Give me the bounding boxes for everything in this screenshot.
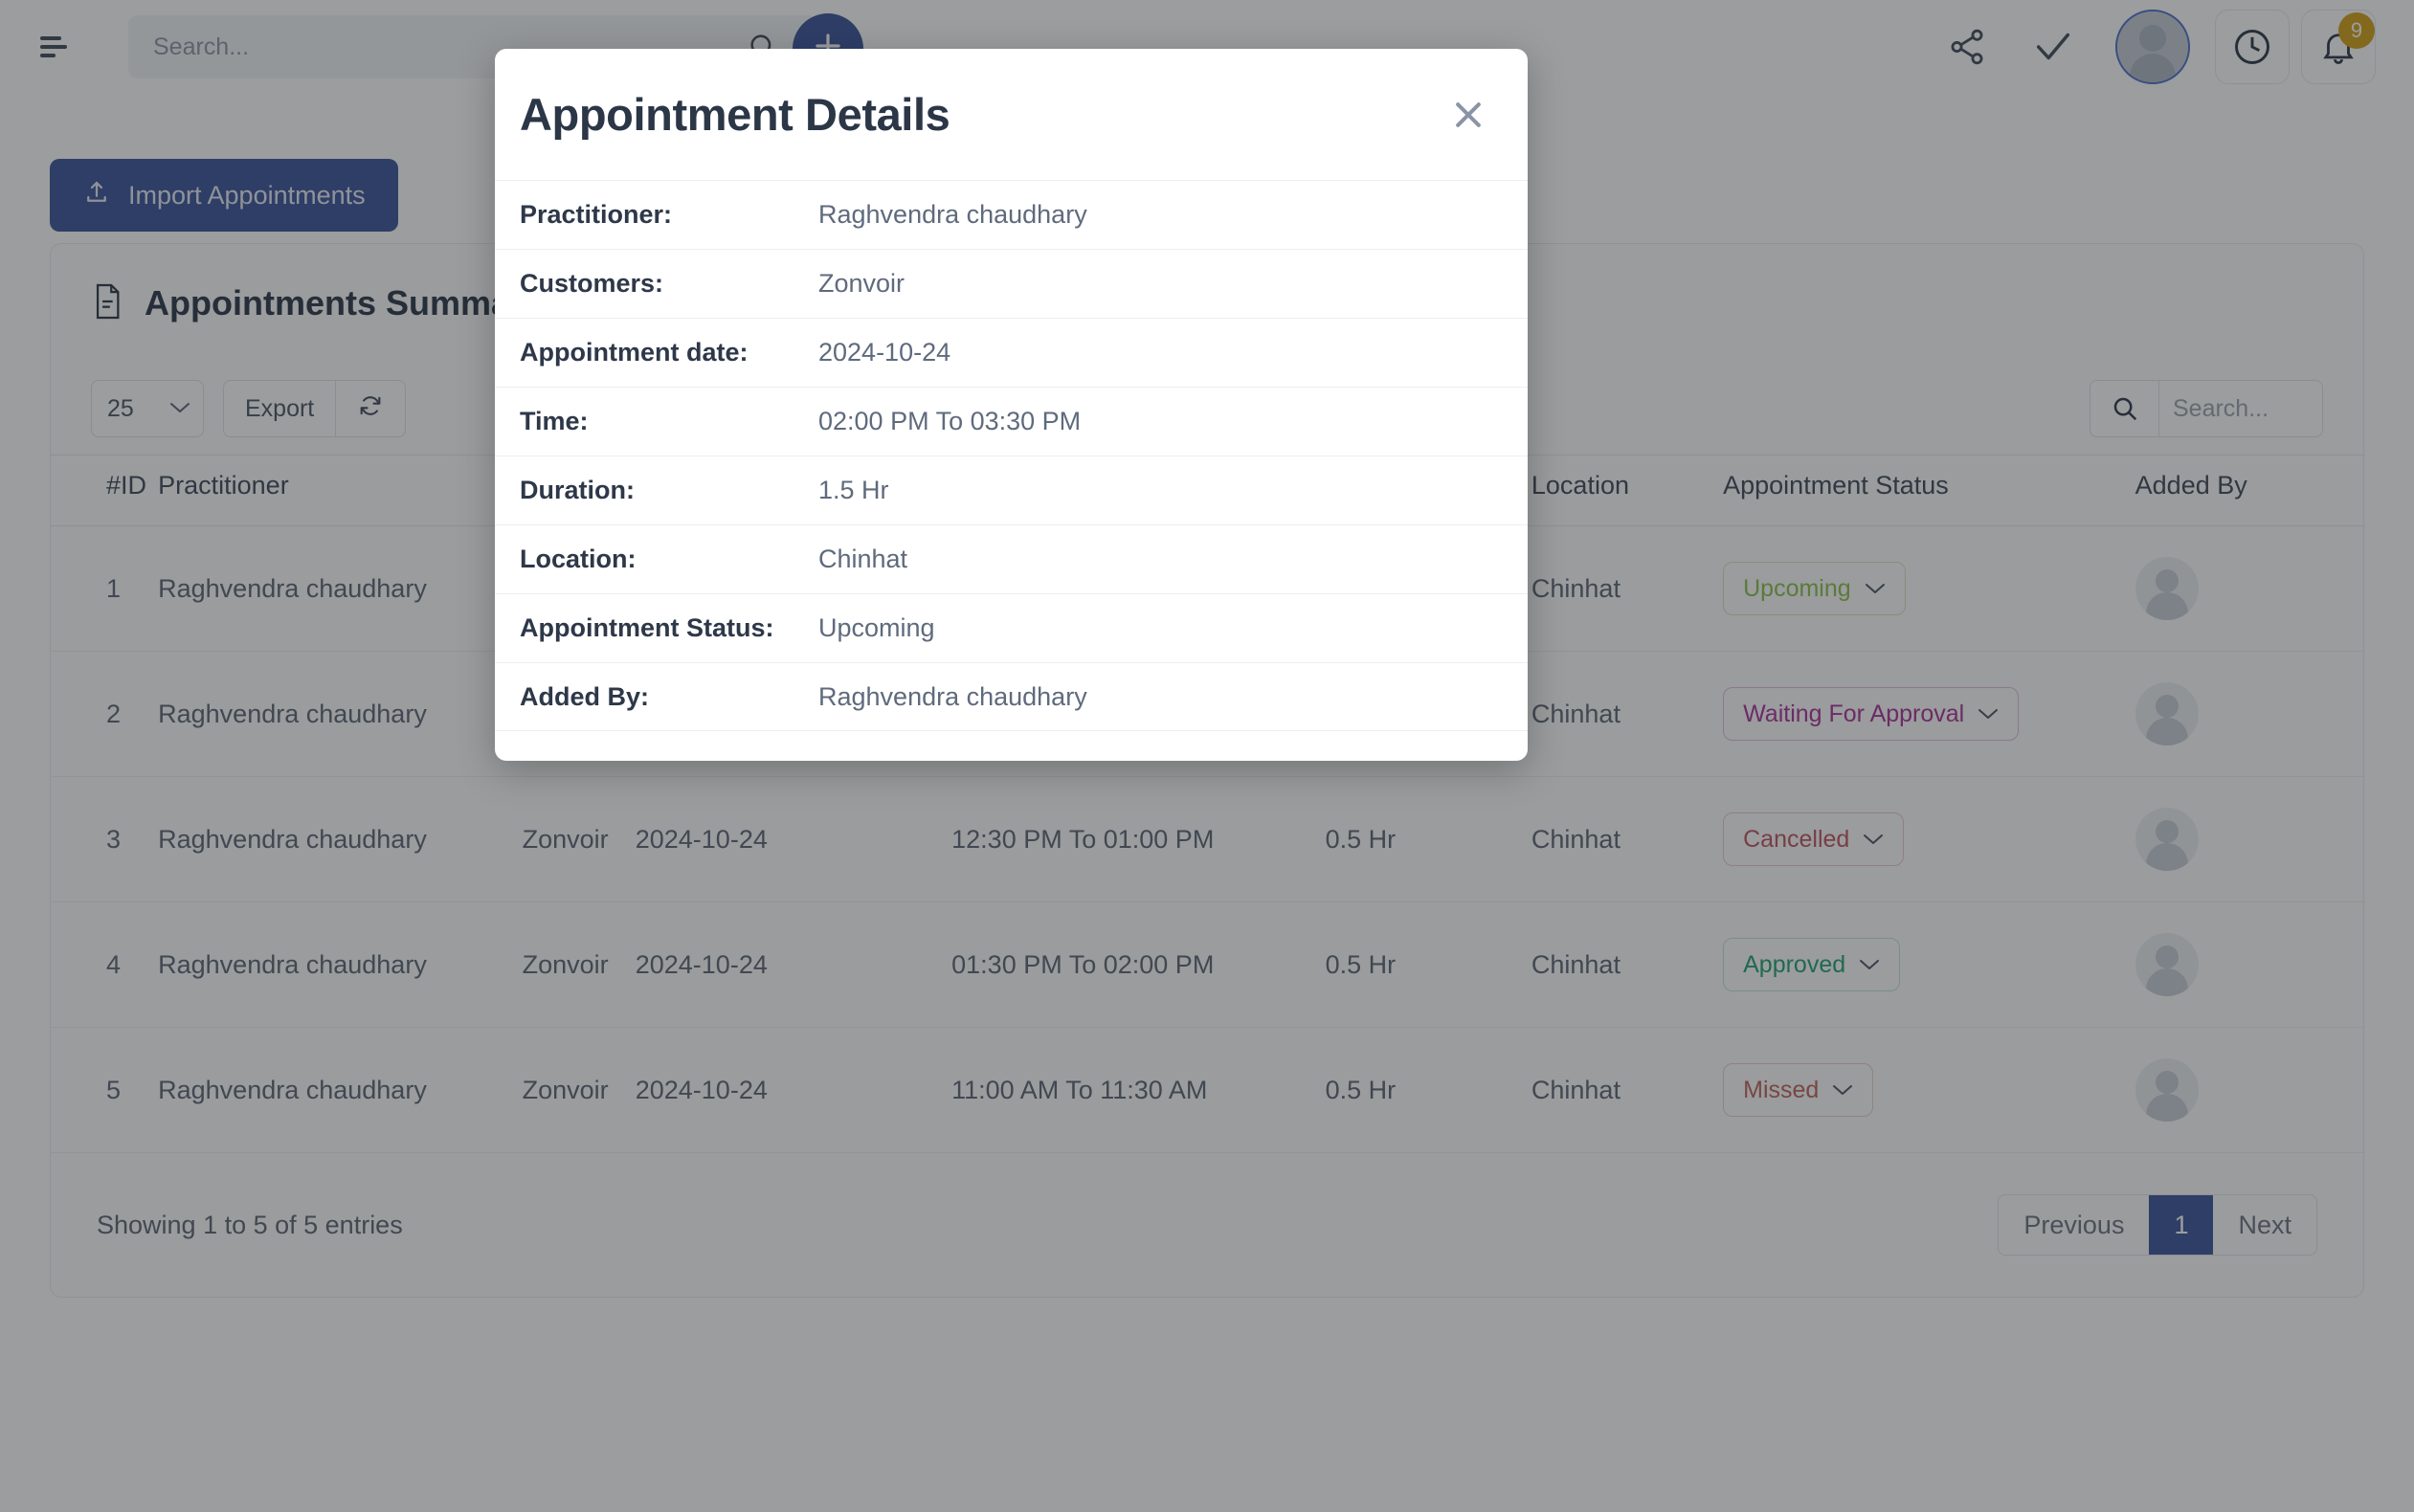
detail-label: Practitioner: (520, 200, 673, 229)
detail-row-time: Time: 02:00 PM To 03:30 PM (495, 387, 1528, 456)
detail-label: Appointment Status: (520, 613, 774, 642)
detail-label: Duration: (520, 476, 635, 504)
detail-value: Chinhat (818, 545, 908, 573)
detail-value: Upcoming (818, 613, 935, 642)
detail-value: Raghvendra chaudhary (818, 681, 1087, 711)
detail-row-appointment-date: Appointment date: 2024-10-24 (495, 318, 1528, 387)
modal-header: Appointment Details (495, 49, 1528, 180)
appointment-details-modal: Appointment Details Practitioner: Raghve… (495, 49, 1528, 761)
detail-row-added-by: Added By: Raghvendra chaudhary (495, 662, 1528, 731)
detail-row-customers: Customers: Zonvoir (495, 249, 1528, 318)
detail-label: Appointment date: (520, 338, 749, 367)
detail-label: Customers: (520, 269, 664, 298)
detail-value: Zonvoir (818, 269, 905, 298)
detail-value: 02:00 PM To 03:30 PM (818, 407, 1082, 435)
detail-label: Location: (520, 545, 637, 573)
detail-value: 1.5 Hr (818, 476, 889, 504)
detail-label: Time: (520, 407, 589, 435)
detail-row-appointment-status: Appointment Status: Upcoming (495, 593, 1528, 662)
detail-label: Added By: (520, 681, 649, 711)
modal-title: Appointment Details (520, 89, 950, 140)
detail-row-location: Location: Chinhat (495, 524, 1528, 593)
detail-row-duration: Duration: 1.5 Hr (495, 456, 1528, 524)
close-icon[interactable] (1442, 88, 1495, 142)
app-root: 9 Import Appointments (0, 0, 2414, 1512)
detail-row-practitioner: Practitioner: Raghvendra chaudhary (495, 180, 1528, 249)
detail-value: 2024-10-24 (818, 338, 951, 367)
detail-value: Raghvendra chaudhary (818, 200, 1087, 229)
